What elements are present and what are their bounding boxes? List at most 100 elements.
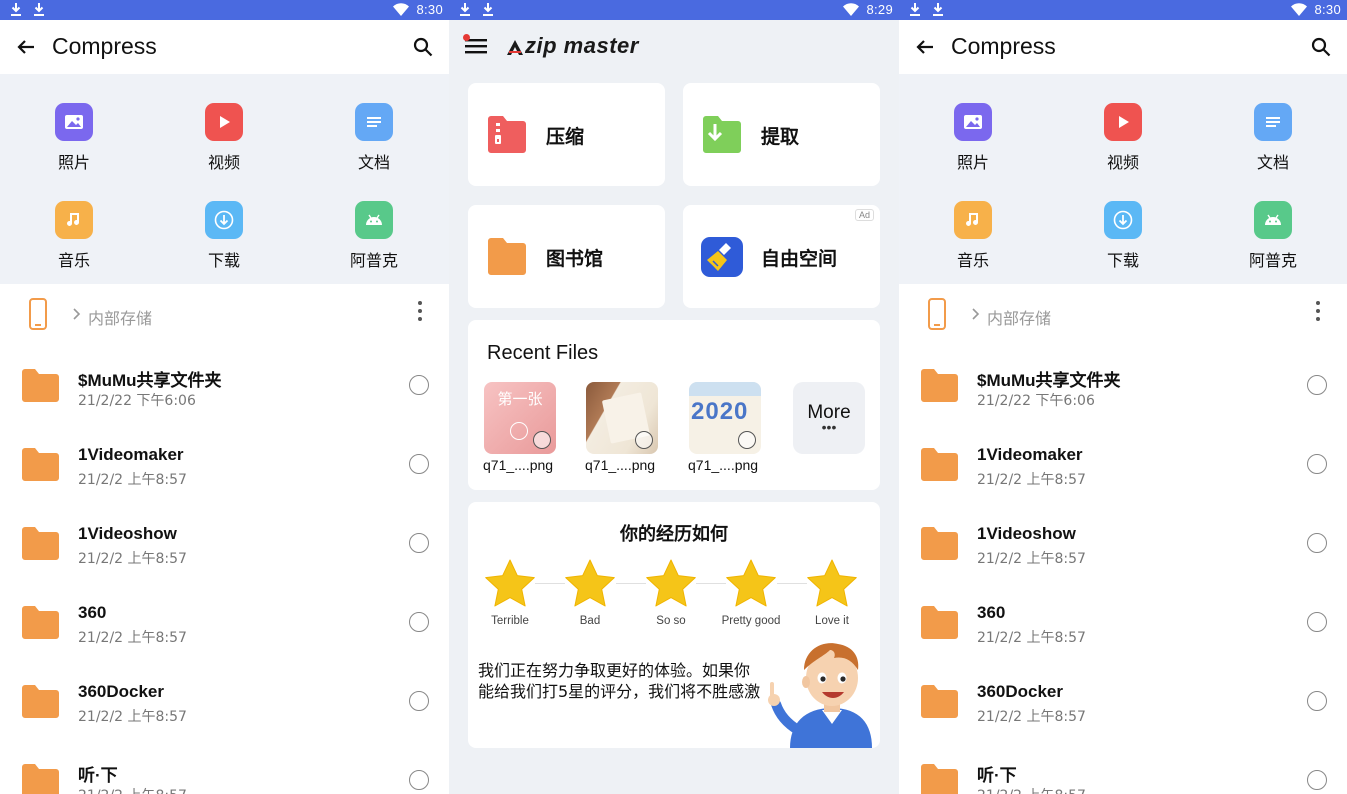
status-bar: 8:30 [899, 0, 1347, 20]
chevron-right-icon [72, 307, 82, 321]
breadcrumb-internal-storage[interactable]: 内部存储 [88, 305, 152, 329]
phone-storage-icon [927, 297, 947, 331]
category-label: 视频 [207, 153, 240, 172]
more-options-icon[interactable] [1313, 300, 1323, 322]
recent-thumbnail[interactable]: 2020 [689, 382, 761, 454]
list-item[interactable]: 听·下21/2/2 上午8:57 [0, 741, 449, 794]
recent-thumbnail[interactable] [586, 382, 658, 454]
compress-label: 压缩 [546, 126, 585, 148]
wifi-icon [1291, 3, 1307, 16]
category-label: 阿普克 [1248, 251, 1297, 270]
star-icon[interactable] [725, 558, 777, 608]
download-notification-icon [33, 2, 45, 17]
status-bar: 8:30 [0, 0, 449, 20]
breadcrumb-internal-storage[interactable]: 内部存储 [987, 305, 1051, 329]
recent-thumbnail[interactable]: 第一张 [484, 382, 556, 454]
folder-icon [921, 368, 958, 402]
category-apk[interactable]: 阿普克 [314, 201, 434, 271]
search-icon[interactable] [1311, 37, 1331, 57]
select-radio[interactable] [1307, 454, 1327, 474]
compress-tile[interactable]: 压缩 [468, 83, 665, 186]
file-date: 21/2/2 上午8:57 [78, 785, 187, 794]
category-downloads[interactable]: 下载 [1063, 201, 1183, 271]
folder-icon [22, 447, 59, 481]
star-icon[interactable] [484, 558, 536, 608]
app-bar: Compress [899, 20, 1347, 74]
recent-files-title: Recent Files [487, 342, 599, 364]
extract-tile[interactable]: 提取 [683, 83, 880, 186]
list-item[interactable]: 360Docker 21/2/2 上午8:57 [899, 662, 1347, 741]
recent-file-name: q71_....png [483, 457, 554, 473]
more-options-icon[interactable] [415, 300, 425, 322]
select-radio[interactable] [1307, 612, 1327, 632]
library-tile[interactable]: 图书馆 [468, 205, 665, 308]
thumbnail-text: 2020 [691, 398, 749, 425]
category-music[interactable]: 音乐 [913, 201, 1033, 271]
category-label: 照片 [57, 153, 90, 172]
file-date: 21/2/2 上午8:57 [78, 630, 187, 646]
category-videos[interactable]: 视频 [1063, 103, 1183, 173]
file-name: 听·下 [977, 766, 1017, 785]
list-item[interactable]: $MuMu共享文件夹 21/2/22 下午6:06 [0, 346, 449, 425]
list-item[interactable]: 1Videoshow 21/2/2 上午8:57 [0, 504, 449, 583]
category-music[interactable]: 音乐 [14, 201, 134, 271]
select-radio[interactable] [409, 770, 429, 790]
category-label: 下载 [207, 251, 240, 270]
select-radio[interactable] [1307, 533, 1327, 553]
cleaner-broom-icon [701, 237, 743, 277]
status-time: 8:30 [416, 2, 443, 17]
file-date: 21/2/2 上午8:57 [78, 709, 187, 725]
file-date: 21/2/2 上午8:57 [977, 709, 1086, 725]
category-downloads[interactable]: 下载 [164, 201, 284, 271]
file-name: 360Docker [977, 682, 1064, 701]
list-item[interactable]: 1Videomaker 21/2/2 上午8:57 [899, 425, 1347, 504]
select-radio[interactable] [409, 533, 429, 553]
rating-card: 你的经历如何 Terrible Bad So so Pretty good Lo… [468, 502, 880, 748]
select-radio[interactable] [635, 431, 653, 449]
back-arrow-icon[interactable] [16, 37, 36, 57]
free-space-tile[interactable]: Ad 自由空间 [683, 205, 880, 308]
breadcrumb: 内部存储 [0, 284, 449, 346]
star-icon[interactable] [806, 558, 858, 608]
category-photos[interactable]: 照片 [913, 103, 1033, 173]
search-icon[interactable] [413, 37, 433, 57]
category-videos[interactable]: 视频 [164, 103, 284, 173]
category-documents[interactable]: 文档 [1213, 103, 1333, 173]
select-radio[interactable] [409, 691, 429, 711]
back-arrow-icon[interactable] [915, 37, 935, 57]
select-radio[interactable] [1307, 770, 1327, 790]
notification-dot [463, 34, 470, 41]
list-item[interactable]: 1Videomaker 21/2/2 上午8:57 [0, 425, 449, 504]
file-date: 21/2/2 上午8:57 [977, 785, 1086, 794]
category-documents[interactable]: 文档 [314, 103, 434, 173]
more-recent-button[interactable]: More ••• [793, 382, 865, 454]
category-apk[interactable]: 阿普克 [1213, 201, 1333, 271]
select-radio[interactable] [409, 454, 429, 474]
star-label: Terrible [491, 615, 529, 627]
category-photos[interactable]: 照片 [14, 103, 134, 173]
star-label: So so [656, 615, 686, 627]
select-radio[interactable] [1307, 691, 1327, 711]
star-label: Pretty good [721, 615, 781, 627]
select-radio[interactable] [1307, 375, 1327, 395]
list-item[interactable]: 360Docker 21/2/2 上午8:57 [0, 662, 449, 741]
select-radio[interactable] [533, 431, 551, 449]
thumbnail-decoration [689, 382, 761, 396]
status-time: 8:30 [1314, 2, 1341, 17]
category-label: 下载 [1106, 251, 1139, 270]
star-icon[interactable] [645, 558, 697, 608]
file-name: 1Videoshow [78, 524, 177, 543]
select-radio[interactable] [409, 612, 429, 632]
list-item[interactable]: 1Videoshow 21/2/2 上午8:57 [899, 504, 1347, 583]
phone-storage-icon [28, 297, 48, 331]
select-radio[interactable] [738, 431, 756, 449]
star-icon[interactable] [564, 558, 616, 608]
list-item[interactable]: $MuMu共享文件夹 21/2/22 下午6:06 [899, 346, 1347, 425]
list-item[interactable]: 360 21/2/2 上午8:57 [899, 583, 1347, 662]
app-bar: Compress [0, 20, 449, 74]
list-item[interactable]: 听·下21/2/2 上午8:57 [899, 741, 1347, 794]
select-radio[interactable] [409, 375, 429, 395]
photo-icon [954, 103, 992, 141]
list-item[interactable]: 360 21/2/2 上午8:57 [0, 583, 449, 662]
file-date: 21/2/22 下午6:06 [78, 393, 196, 409]
